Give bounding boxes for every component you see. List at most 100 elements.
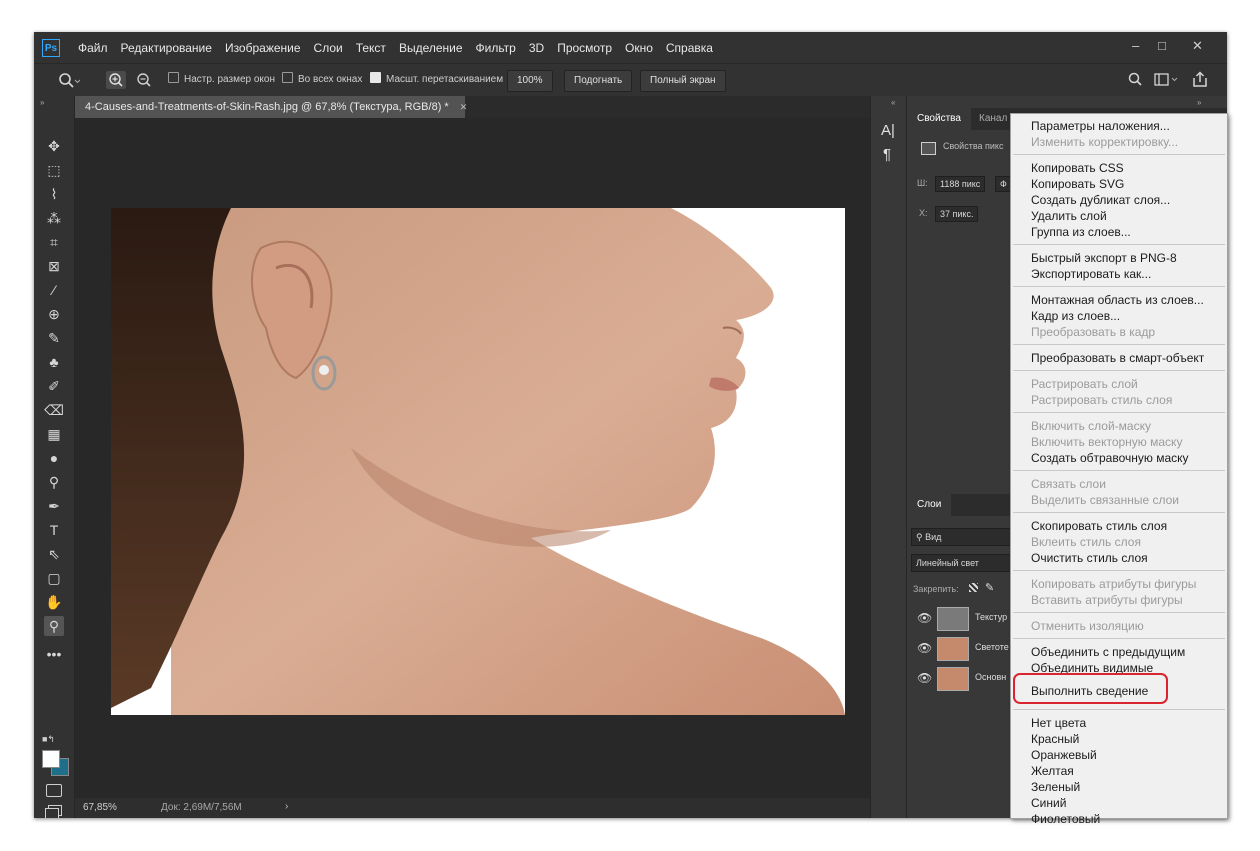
context-menu-item[interactable]: Синий bbox=[1031, 795, 1066, 811]
healing-brush-icon[interactable]: ⊕ bbox=[44, 304, 64, 324]
zoom-level[interactable]: 67,85% bbox=[83, 802, 117, 813]
menu-item[interactable]: 3D bbox=[529, 41, 544, 55]
history-brush-icon[interactable]: ✐ bbox=[44, 376, 64, 396]
all-windows-checkbox[interactable]: Во всех окнах bbox=[282, 71, 362, 89]
path-selection-icon[interactable]: ⇖ bbox=[44, 544, 64, 564]
width-field[interactable]: 1188 пикс bbox=[935, 176, 986, 192]
dodge-icon[interactable]: ⚲ bbox=[44, 472, 64, 492]
context-menu-item[interactable]: Зеленый bbox=[1031, 779, 1080, 795]
checkbox-icon[interactable] bbox=[282, 72, 293, 83]
frame-icon[interactable]: ⊠ bbox=[44, 256, 64, 276]
context-menu-item[interactable]: Оранжевый bbox=[1031, 747, 1097, 763]
fullscreen-button[interactable]: Полный экран bbox=[640, 70, 726, 92]
context-menu-item[interactable]: Группа из слоев... bbox=[1031, 224, 1131, 240]
checkbox-checked-icon[interactable] bbox=[370, 72, 381, 83]
character-panel-icon[interactable]: A| bbox=[881, 122, 895, 139]
zoom-in-icon[interactable] bbox=[106, 71, 126, 89]
layer-filter[interactable]: ⚲ Вид bbox=[911, 528, 1013, 546]
expand-dock-icon[interactable]: « bbox=[891, 98, 895, 107]
layer-row[interactable]: 👁︎ Текстур bbox=[907, 604, 1017, 634]
visibility-eye-icon[interactable]: 👁︎ bbox=[917, 611, 932, 625]
zoom-value-field[interactable]: 100% bbox=[507, 70, 553, 92]
hand-icon[interactable]: ✋ bbox=[44, 592, 64, 612]
tab-properties[interactable]: Свойства bbox=[907, 108, 971, 130]
close-icon[interactable]: ✕ bbox=[1192, 38, 1203, 54]
visibility-eye-icon[interactable]: 👁︎ bbox=[917, 671, 932, 685]
tab-channels[interactable]: Канал bbox=[979, 108, 1007, 130]
context-menu-item[interactable]: Преобразовать в смарт-объект bbox=[1031, 350, 1204, 366]
menu-item[interactable]: Выделение bbox=[399, 41, 463, 55]
checkbox-icon[interactable] bbox=[168, 72, 179, 83]
blend-mode-select[interactable]: Линейный свет bbox=[911, 554, 1013, 572]
context-menu-item[interactable]: Желтая bbox=[1031, 763, 1074, 779]
zoom-icon[interactable]: ⚲ bbox=[44, 616, 64, 636]
context-menu-item[interactable]: Создать дубликат слоя... bbox=[1031, 192, 1170, 208]
visibility-eye-icon[interactable]: 👁︎ bbox=[917, 641, 932, 655]
context-menu-item[interactable]: Удалить слой bbox=[1031, 208, 1107, 224]
zoom-out-icon[interactable] bbox=[134, 71, 154, 89]
marquee-icon[interactable]: ⬚ bbox=[44, 160, 64, 180]
lasso-icon[interactable]: ⌇ bbox=[44, 184, 64, 204]
close-tab-icon[interactable]: ✕ bbox=[460, 102, 468, 112]
swap-colors-icon[interactable]: ■↰ bbox=[42, 734, 55, 745]
context-menu-item[interactable]: Параметры наложения... bbox=[1031, 118, 1170, 134]
magic-wand-icon[interactable]: ⁂ bbox=[44, 208, 64, 228]
document-tab[interactable]: 4-Causes-and-Treatments-of-Skin-Rash.jpg… bbox=[75, 96, 468, 118]
screen-mode-icon[interactable] bbox=[45, 808, 59, 818]
clone-stamp-icon[interactable]: ♣ bbox=[44, 352, 64, 372]
menu-item[interactable]: Изображение bbox=[225, 41, 301, 55]
menu-item[interactable]: Просмотр bbox=[557, 41, 612, 55]
menu-item[interactable]: Окно bbox=[625, 41, 653, 55]
scrubby-zoom-checkbox[interactable]: Масшт. перетаскиванием bbox=[370, 71, 503, 89]
lock-transparency-icon[interactable] bbox=[969, 583, 978, 592]
context-menu-item[interactable]: Фиолетовый bbox=[1031, 811, 1100, 827]
context-menu-item[interactable]: Кадр из слоев... bbox=[1031, 308, 1120, 324]
layer-row[interactable]: 👁︎ Основн bbox=[907, 664, 1017, 694]
eraser-icon[interactable]: ⌫ bbox=[44, 400, 64, 420]
tab-layers[interactable]: Слои bbox=[907, 494, 952, 516]
quick-mask-icon[interactable] bbox=[46, 784, 62, 797]
foreground-color-swatch[interactable] bbox=[42, 750, 60, 768]
search-icon[interactable] bbox=[1128, 72, 1142, 88]
context-menu-item[interactable]: Объединить с предыдущим bbox=[1031, 644, 1185, 660]
context-menu-item[interactable]: Монтажная область из слоев... bbox=[1031, 292, 1204, 308]
context-menu-item[interactable]: Очистить стиль слоя bbox=[1031, 550, 1148, 566]
blur-icon[interactable]: ● bbox=[44, 448, 64, 468]
context-menu-item[interactable]: Скопировать стиль слоя bbox=[1031, 518, 1167, 534]
status-menu-arrow[interactable]: › bbox=[285, 801, 288, 812]
context-menu-item[interactable]: Создать обтравочную маску bbox=[1031, 450, 1189, 466]
workspace-icon[interactable] bbox=[1154, 73, 1180, 87]
menu-item[interactable]: Файл bbox=[78, 41, 108, 55]
share-icon[interactable] bbox=[1192, 71, 1208, 88]
move-icon[interactable]: ✥ bbox=[44, 136, 64, 156]
pen-icon[interactable]: ✒ bbox=[44, 496, 64, 516]
menu-item[interactable]: Фильтр bbox=[476, 41, 516, 55]
menu-item[interactable]: Справка bbox=[666, 41, 713, 55]
context-menu-item[interactable]: Быстрый экспорт в PNG-8 bbox=[1031, 250, 1177, 266]
context-menu-item[interactable]: Копировать SVG bbox=[1031, 176, 1124, 192]
menu-item[interactable]: Слои bbox=[314, 41, 343, 55]
eyedropper-icon[interactable]: ⁄ bbox=[44, 280, 64, 300]
resize-windows-checkbox[interactable]: Настр. размер окон bbox=[168, 71, 275, 89]
collapse-toolbar-icon[interactable]: » bbox=[40, 98, 44, 107]
x-field[interactable]: 37 пикс. bbox=[935, 206, 979, 222]
menu-item[interactable]: Текст bbox=[356, 41, 386, 55]
menu-item[interactable]: Редактирование bbox=[121, 41, 212, 55]
rectangle-icon[interactable]: ▢ bbox=[44, 568, 64, 588]
fit-screen-button[interactable]: Подогнать bbox=[564, 70, 633, 92]
brush-icon[interactable]: ✎ bbox=[44, 328, 64, 348]
maximize-icon[interactable]: □ bbox=[1158, 38, 1166, 53]
type-icon[interactable]: T bbox=[44, 520, 64, 540]
collapse-panels-icon[interactable]: » bbox=[1197, 98, 1201, 107]
minimize-icon[interactable]: – bbox=[1132, 38, 1139, 53]
context-menu-item[interactable]: Красный bbox=[1031, 731, 1079, 747]
crop-icon[interactable]: ⌗ bbox=[44, 232, 64, 252]
more-tools-icon[interactable]: ••• bbox=[44, 644, 64, 664]
paragraph-panel-icon[interactable]: ¶ bbox=[883, 146, 891, 163]
context-menu-item[interactable]: Экспортировать как... bbox=[1031, 266, 1151, 282]
gradient-icon[interactable]: ▦ bbox=[44, 424, 64, 444]
lock-pixels-icon[interactable]: ✎ bbox=[985, 581, 994, 594]
zoom-tool-icon[interactable] bbox=[58, 72, 80, 88]
layer-row[interactable]: 👁︎ Светоте bbox=[907, 634, 1017, 664]
context-menu-item[interactable]: Нет цвета bbox=[1031, 715, 1086, 731]
